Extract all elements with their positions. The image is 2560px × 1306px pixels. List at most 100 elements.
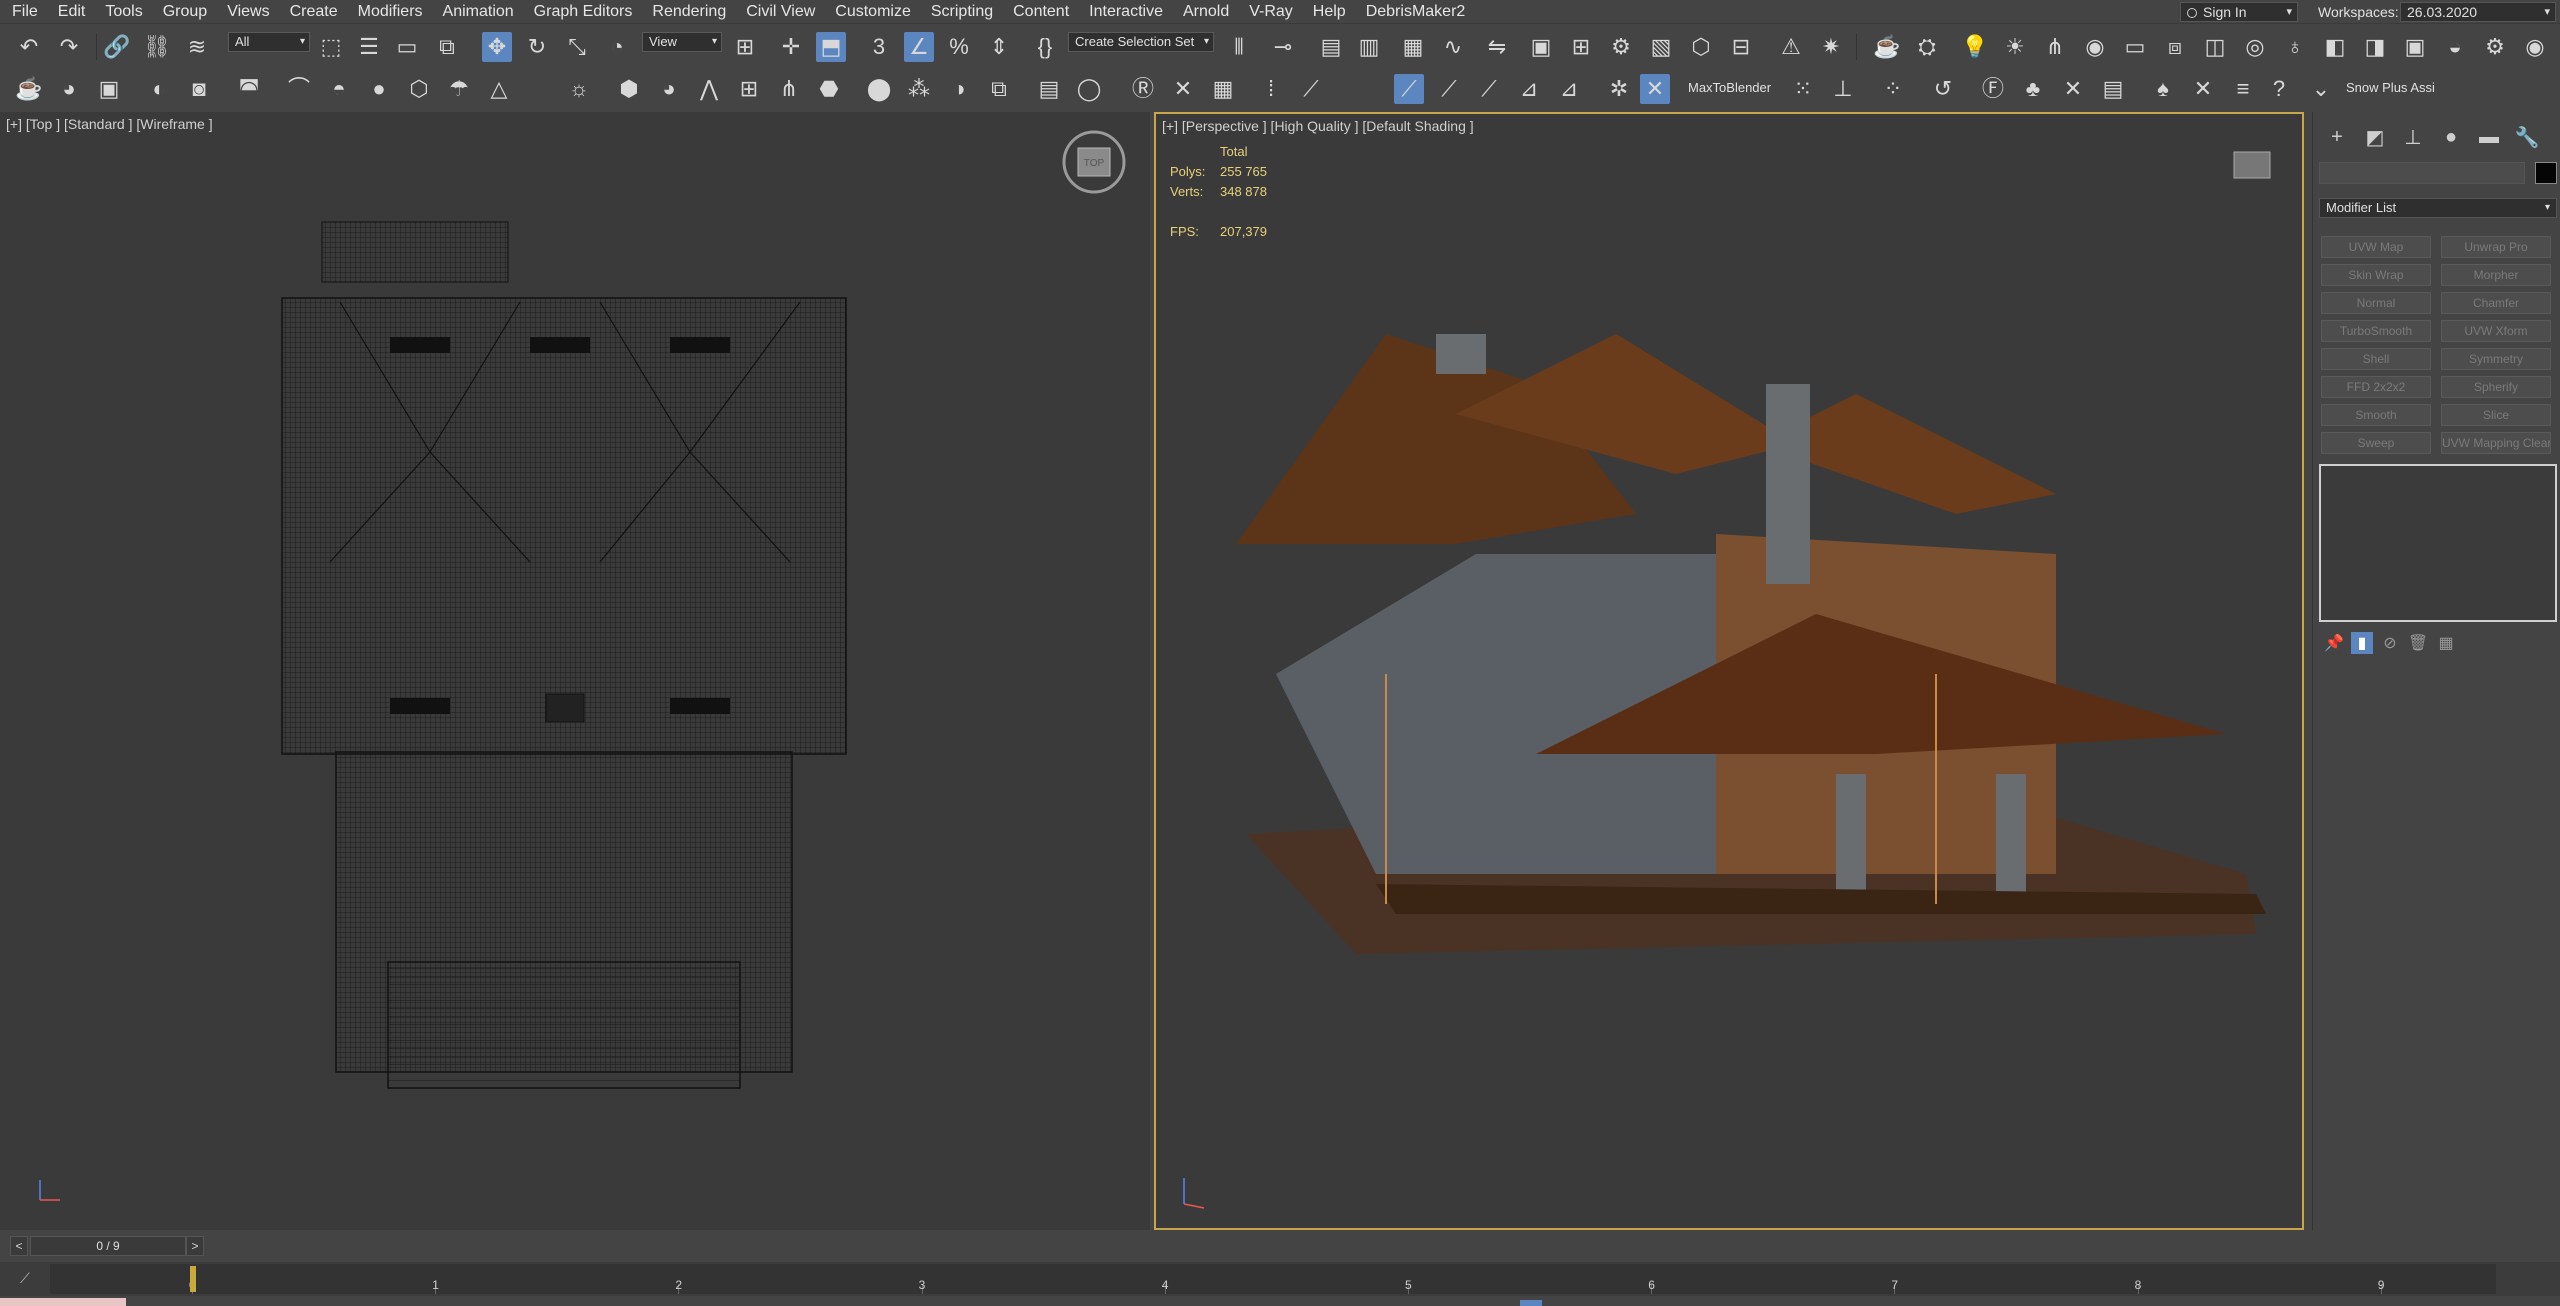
snap-pivot-icon[interactable]: ⊿ [1554, 74, 1584, 104]
box-icon[interactable]: ▣ [94, 74, 124, 104]
utilities-tab-icon[interactable]: 🔧 [2513, 124, 2541, 150]
ribbon-toggle-icon[interactable]: ▦ [1398, 32, 1428, 62]
snaps-toggle-icon[interactable]: 3 [864, 32, 894, 62]
modifier-button-uvw-map[interactable]: UVW Map [2321, 236, 2431, 258]
fur-icon[interactable]: ⋔ [774, 74, 804, 104]
spot-light-icon[interactable]: ⌒ [284, 74, 314, 104]
dots-grid-icon[interactable]: ⁙ [1788, 74, 1818, 104]
unlink-icon[interactable]: ⛓ [142, 32, 172, 62]
named-selection-set-dropdown[interactable]: Create Selection Set ▾ [1068, 32, 1214, 52]
previous-frame-button[interactable]: < [10, 1236, 28, 1256]
render-camera-icon[interactable]: ◚ [234, 74, 264, 104]
motion-tab-icon[interactable]: ● [2437, 124, 2465, 150]
snap-face-icon[interactable]: ⟋ [1434, 74, 1464, 104]
select-and-move-icon[interactable]: ✥ [482, 32, 512, 62]
select-and-rotate-icon[interactable]: ↻ [522, 32, 552, 62]
cycle-icon[interactable]: ↺ [1928, 74, 1958, 104]
object-color-swatch[interactable] [2535, 162, 2557, 184]
sign-in-dropdown[interactable]: Sign In ▾ [2180, 2, 2298, 22]
hair-icon[interactable]: ⋀ [694, 74, 724, 104]
vray-camera-icon[interactable]: ◫ [2200, 32, 2230, 62]
vray-frame-buffer-icon[interactable]: ☕ [1872, 32, 1902, 62]
modifier-button-uvw-mapping-clear[interactable]: UVW Mapping Clear [2441, 432, 2551, 454]
forest-icon[interactable]: ♠ [2148, 74, 2178, 104]
vray-render-icon[interactable]: ⛭ [1912, 32, 1942, 62]
camera-icon[interactable]: ◙ [184, 74, 214, 104]
material-grid-icon[interactable]: ⊞ [1566, 32, 1596, 62]
wrench-x-icon[interactable]: ✕ [2188, 74, 2218, 104]
render-setup-icon[interactable]: ⚙ [1606, 32, 1636, 62]
menu-item-edit[interactable]: Edit [48, 0, 96, 24]
hierarchy-tab-icon[interactable]: ⊥ [2399, 124, 2427, 150]
modifier-button-spherify[interactable]: Spherify [2441, 376, 2551, 398]
modifier-button-unwrap-pro[interactable]: Unwrap Pro [2441, 236, 2551, 258]
vray-vfb-icon[interactable]: ◨ [2360, 32, 2390, 62]
select-by-name-icon[interactable]: ☰ [354, 32, 384, 62]
snap-grid-icon[interactable]: ⁞ [1256, 74, 1286, 104]
menu-item-interactive[interactable]: Interactive [1079, 0, 1173, 24]
undo-icon[interactable]: ↶ [14, 32, 44, 62]
edit-named-selection-icon[interactable]: {} [1030, 32, 1060, 62]
snap-options-icon[interactable]: ✲ [1604, 74, 1634, 104]
menu-item-content[interactable]: Content [1003, 0, 1079, 24]
curve-editor-icon[interactable]: ∿ [1438, 32, 1468, 62]
vray-denoise-icon[interactable]: ▣ [2400, 32, 2430, 62]
menu-item-arnold[interactable]: Arnold [1173, 0, 1239, 24]
modifier-button-slice[interactable]: Slice [2441, 404, 2551, 426]
track-bar-ruler[interactable]: 0123456789 [50, 1264, 2496, 1294]
light-omni-icon[interactable]: ◐ [144, 74, 174, 104]
render-iterative-icon[interactable]: ⊟ [1726, 32, 1756, 62]
remove-modifier-icon[interactable]: 🗑 [2407, 632, 2429, 654]
menu-item-tools[interactable]: Tools [95, 0, 152, 24]
maxscript-listener-mini[interactable] [0, 1298, 126, 1306]
vray-material-icon[interactable]: ◎ [2240, 32, 2270, 62]
vray-proxy-icon[interactable]: ◉ [2080, 32, 2110, 62]
modifier-button-turbosmooth[interactable]: TurboSmooth [2321, 320, 2431, 342]
bind-space-warp-icon[interactable]: ≋ [182, 32, 212, 62]
select-manipulate-icon[interactable]: ✛ [776, 32, 806, 62]
select-object-icon[interactable]: ⬚ [316, 32, 346, 62]
align-icon[interactable]: ⊸ [1268, 32, 1298, 62]
material-ball-icon[interactable]: ◕ [654, 74, 684, 104]
snow-plus-button[interactable]: Snow Plus Assi [2346, 80, 2435, 95]
sun-light-icon[interactable]: ● [364, 74, 394, 104]
menu-item-graph-editors[interactable]: Graph Editors [524, 0, 643, 24]
select-and-scale-icon[interactable]: ⤡ [562, 32, 592, 62]
mirror-icon[interactable]: ⫴ [1224, 32, 1254, 62]
tools-cross-icon[interactable]: ✕ [1168, 74, 1198, 104]
vray-fur-icon[interactable]: ⋔ [2040, 32, 2070, 62]
snap-endpoint-icon[interactable]: ⟋ [1474, 74, 1504, 104]
modifier-button-normal[interactable]: Normal [2321, 292, 2431, 314]
rendered-frame-icon[interactable]: ▧ [1646, 32, 1676, 62]
skylight-icon[interactable]: ☼ [564, 74, 594, 104]
next-frame-button[interactable]: > [186, 1236, 204, 1256]
menu-item-rendering[interactable]: Rendering [642, 0, 736, 24]
mesher-icon[interactable]: ⬣ [814, 74, 844, 104]
volume-icon[interactable]: ⊞ [734, 74, 764, 104]
vray-plane-icon[interactable]: ▭ [2120, 32, 2150, 62]
link-icon[interactable]: 🔗 [102, 32, 132, 62]
arnold-procedural-icon[interactable]: ▤ [1034, 74, 1064, 104]
vray-bulb-icon[interactable]: ♁ [2280, 32, 2310, 62]
viewcube[interactable]: TOP [1062, 130, 1126, 194]
perspective-viewport[interactable]: [+] [Perspective ] [High Quality ] [Defa… [1154, 112, 2304, 1230]
vray-sphere-icon[interactable]: ◒ [2440, 32, 2470, 62]
table-icon[interactable]: ▤ [2098, 74, 2128, 104]
snap-vertex-icon[interactable]: ⟋ [1296, 74, 1326, 104]
vray-sun-icon[interactable]: ☀ [2000, 32, 2030, 62]
make-unique-icon[interactable]: ⊘ [2379, 632, 2401, 654]
scene-explorer-icon[interactable]: ▤ [1316, 32, 1346, 62]
distribute-icon[interactable]: ⊥ [1828, 74, 1858, 104]
viewcube[interactable] [2233, 151, 2271, 179]
menu-item-animation[interactable]: Animation [433, 0, 524, 24]
vray-eye-icon[interactable]: ◉ [2520, 32, 2550, 62]
object-name-field[interactable] [2319, 162, 2525, 184]
menu-item-customize[interactable]: Customize [825, 0, 921, 24]
selection-filter-dropdown[interactable]: All ▾ [228, 32, 310, 52]
modifier-button-symmetry[interactable]: Symmetry [2441, 348, 2551, 370]
arnold-volume-icon[interactable]: ⧉ [984, 74, 1014, 104]
vray-settings-icon[interactable]: ⚙ [2480, 32, 2510, 62]
rectangular-selection-icon[interactable]: ▭ [392, 32, 422, 62]
angle-snap-icon[interactable]: ∠ [904, 32, 934, 62]
modifier-button-smooth[interactable]: Smooth [2321, 404, 2431, 426]
